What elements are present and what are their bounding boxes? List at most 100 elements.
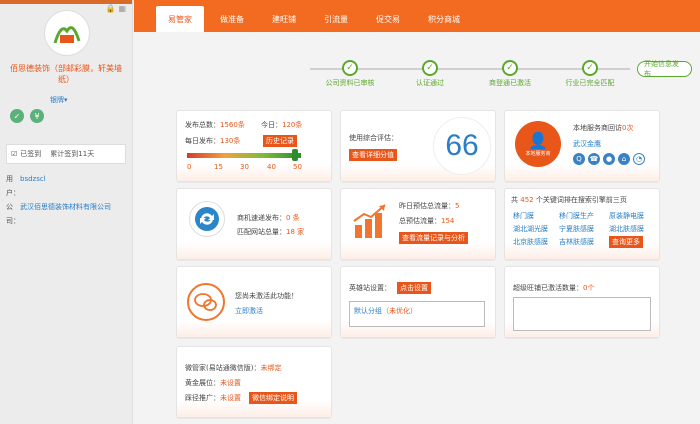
payment-badge-icon[interactable]: ¥ — [30, 109, 44, 123]
shop-logo-icon — [48, 14, 86, 52]
person-icon[interactable]: ● — [603, 153, 615, 165]
quick-publish-value: 0 条 — [286, 214, 300, 222]
keywords-count: 452 — [520, 196, 534, 204]
settings-button[interactable]: 点击设置 — [397, 282, 431, 294]
phone-icon[interactable]: ☎ — [588, 153, 600, 165]
total-value: 1560条 — [220, 121, 245, 129]
matched-sites-label: 匹配网站总量： — [237, 228, 286, 236]
publish-stats-card: 发布总数：1560条 今日：120条 每日发布：130条 历史记录 0 15 3… — [176, 110, 332, 182]
service-card: 👤 本地服务商 本地服务商回访0次 武汉金鹰 Q ☎ ● ⌂ ◔ — [504, 110, 660, 182]
total-line: 发布总数：1560条 — [185, 120, 245, 130]
group-option-suffix: （未优化） — [382, 307, 417, 315]
wechat-binding-help-button[interactable]: 微信绑定说明 — [249, 392, 297, 404]
today-label: 今日： — [261, 121, 282, 129]
gold-booth-value: 未设置 — [220, 379, 241, 387]
keyword-link[interactable]: 宁夏肤感膜 — [559, 224, 594, 234]
service-count: 0次 — [622, 124, 634, 132]
keyword-link[interactable]: 原装静电膜 — [609, 211, 644, 221]
vip-level-dropdown[interactable]: 银牌▾ — [50, 95, 68, 105]
checkin-days: 累计签到11天 — [50, 150, 95, 158]
daily-label: 每日发布： — [185, 137, 220, 145]
tab-manager[interactable]: 易管家 — [156, 6, 204, 32]
service-company-link[interactable]: 武汉金鹰 — [573, 139, 601, 149]
total-traffic-line: 总预估流量：154 — [399, 216, 454, 226]
company-value[interactable]: 武汉佰思德装饰材料有限公司 — [20, 200, 111, 228]
clock-icon[interactable]: ◔ — [633, 153, 645, 165]
card-gradient — [177, 321, 331, 337]
super-shop-label: 超级旺铺已激活数量： — [513, 284, 583, 292]
scale-tick: 0 — [187, 163, 192, 171]
lock-icon[interactable]: 🔒 — [106, 4, 116, 13]
yesterday-traffic-line: 昨日预估总流量：5 — [399, 201, 459, 211]
scale-marker — [292, 149, 299, 161]
setup-progress: ✓ 公司资料已审核 ✓ 认证通过 ✓ 商登通已激活 ✓ 行业已完全匹配 开始信息发布 — [300, 52, 692, 102]
service-avatar-label: 本地服务商 — [525, 151, 551, 157]
shop-logo — [44, 10, 90, 56]
start-publish-badge[interactable]: 开始信息发布 — [637, 60, 692, 78]
keyword-link[interactable]: 湖北肤感膜 — [609, 224, 644, 234]
keywords-suffix: 个关键词排在搜索引擎前三页 — [535, 196, 627, 204]
mobile-card: 商机速递发布：0 条 匹配网站总量：18 家 — [176, 188, 332, 260]
grid-icon[interactable]: ▦ — [118, 4, 126, 13]
yesterday-traffic-value: 5 — [455, 202, 460, 210]
scale-tick: 30 — [240, 163, 249, 171]
today-value: 120条 — [282, 121, 303, 129]
wechat-binding-line: 微管家(易站通微信版)：未绑定 — [185, 363, 281, 373]
settings-label: 英雄站设置： — [349, 284, 391, 292]
company-label: 公司： — [6, 203, 20, 225]
quick-publish-label: 商机速递发布： — [237, 214, 286, 222]
score-card: 使用综合评估： 查看详细分值 66 — [340, 110, 496, 182]
keywords-prefix: 共 — [511, 196, 518, 204]
settings-card: 英雄站设置： 点击设置 默认分组（未优化） — [340, 266, 496, 338]
qq-icon[interactable]: Q — [573, 153, 585, 165]
keyword-link[interactable]: 湖北湖光膜 — [513, 224, 548, 234]
user-value[interactable]: bsdzscl — [20, 172, 46, 200]
quick-publish-line: 商机速递发布：0 条 — [237, 213, 300, 223]
score-detail-button[interactable]: 查看详细分值 — [349, 149, 397, 161]
card-gradient — [177, 243, 331, 259]
super-shop-list[interactable] — [513, 297, 651, 331]
keyword-link[interactable]: 移门膜生产 — [559, 211, 594, 221]
gold-booth-line: 黄金展位：未设置 — [185, 378, 241, 388]
matched-sites-value: 18 家 — [286, 228, 305, 236]
step-label: 商登通已激活 — [489, 79, 531, 87]
card-gradient — [341, 243, 495, 259]
step-label: 公司资料已审核 — [325, 79, 375, 87]
keyword-link[interactable]: 北京肤感膜 — [513, 237, 548, 247]
checkin-box[interactable]: ☑ 已签到 累计签到11天 — [6, 144, 126, 164]
keyword-link[interactable]: 移门膜 — [513, 211, 534, 221]
checkin-icon: ☑ — [11, 150, 18, 158]
tab-build-shop[interactable]: 建旺铺 — [260, 6, 308, 32]
progress-step: ✓ 公司资料已审核 — [310, 60, 390, 88]
scale-tick: 15 — [214, 163, 223, 171]
keyword-link[interactable]: 吉林肤感膜 — [559, 237, 594, 247]
wechat-status: 您尚未激活此功能！ — [235, 292, 298, 300]
tab-trade[interactable]: 促交易 — [364, 6, 412, 32]
group-option-label: 默认分组 — [354, 307, 382, 315]
certification-badges: ✓ ¥ — [10, 109, 44, 123]
tab-points-mall[interactable]: 积分商城 — [416, 6, 472, 32]
daily-value: 130条 — [220, 137, 241, 145]
service-label: 本地服务商回访 — [573, 124, 622, 132]
sidebar-tool-icons[interactable]: 🔒 ▦ — [106, 4, 126, 13]
tab-prepare[interactable]: 做准备 — [208, 6, 256, 32]
check-icon: ✓ — [422, 60, 438, 76]
person-icon: 👤 — [528, 131, 548, 150]
keywords-summary: 共 452 个关键词排在搜索引擎前三页 — [511, 195, 627, 205]
total-label: 发布总数： — [185, 121, 220, 129]
promo-label: 踩径推广： — [185, 394, 220, 402]
more-keywords-button[interactable]: 查询更多 — [609, 236, 643, 248]
shop-name: 佰思德装饰（部邮彩膜，轩美墙纸） — [10, 64, 122, 84]
history-button[interactable]: 历史记录 — [263, 135, 297, 147]
verified-badge-icon[interactable]: ✓ — [10, 109, 24, 123]
traffic-analysis-button[interactable]: 查看流量记录与分析 — [399, 232, 468, 244]
refresh-icon-svg — [195, 207, 219, 231]
super-shop-line: 超级旺铺已激活数量：0个 — [513, 283, 594, 293]
activate-link[interactable]: 立即激活 — [235, 306, 263, 316]
step-label: 认证通过 — [416, 79, 444, 87]
group-settings-box[interactable]: 默认分组（未优化） — [349, 301, 485, 327]
tab-traffic[interactable]: 引流量 — [312, 6, 360, 32]
total-traffic-value: 154 — [441, 217, 455, 225]
super-shop-value: 0个 — [583, 284, 595, 292]
home-icon[interactable]: ⌂ — [618, 153, 630, 165]
